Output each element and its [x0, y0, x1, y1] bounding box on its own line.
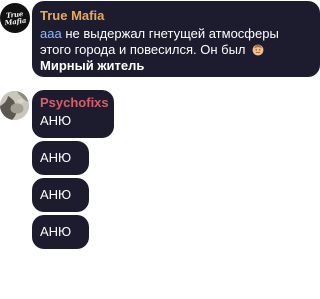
psychofixs-message-text-2: АНЮ — [40, 150, 72, 165]
true-mafia-logo-bottom: Mafia — [4, 15, 27, 28]
psychofixs-sender-name[interactable]: Psychofixs — [40, 95, 109, 111]
psychofixs-avatar[interactable] — [0, 91, 29, 120]
true-mafia-message-line2: этого города и повесился. Он был — [40, 42, 310, 58]
face-emoji-icon — [252, 44, 264, 56]
true-mafia-message-line1: ааа не выдержал гнетущей атмосферы — [40, 26, 310, 42]
true-mafia-sender-name[interactable]: True Mafia — [40, 8, 104, 24]
message-line1-rest: не выдержал гнетущей атмосферы — [61, 26, 279, 41]
true-mafia-logo: True Mafia — [0, 3, 30, 33]
psychofixs-message-text-1: АНЮ — [40, 113, 72, 128]
psychofixs-message-text-4: АНЮ — [40, 224, 72, 239]
psychofixs-message-text-3: АНЮ — [40, 187, 72, 202]
true-mafia-avatar[interactable]: True Mafia — [0, 3, 30, 33]
message-word-aaa: ааа — [40, 26, 62, 41]
true-mafia-message-text: ааа не выдержал гнетущей атмосферы этого… — [40, 26, 310, 74]
user-photo-avatar-icon — [0, 91, 29, 120]
message-line2-text: этого города и повесился. Он был — [40, 42, 246, 57]
true-mafia-message-line3: Мирный житель — [40, 58, 145, 73]
